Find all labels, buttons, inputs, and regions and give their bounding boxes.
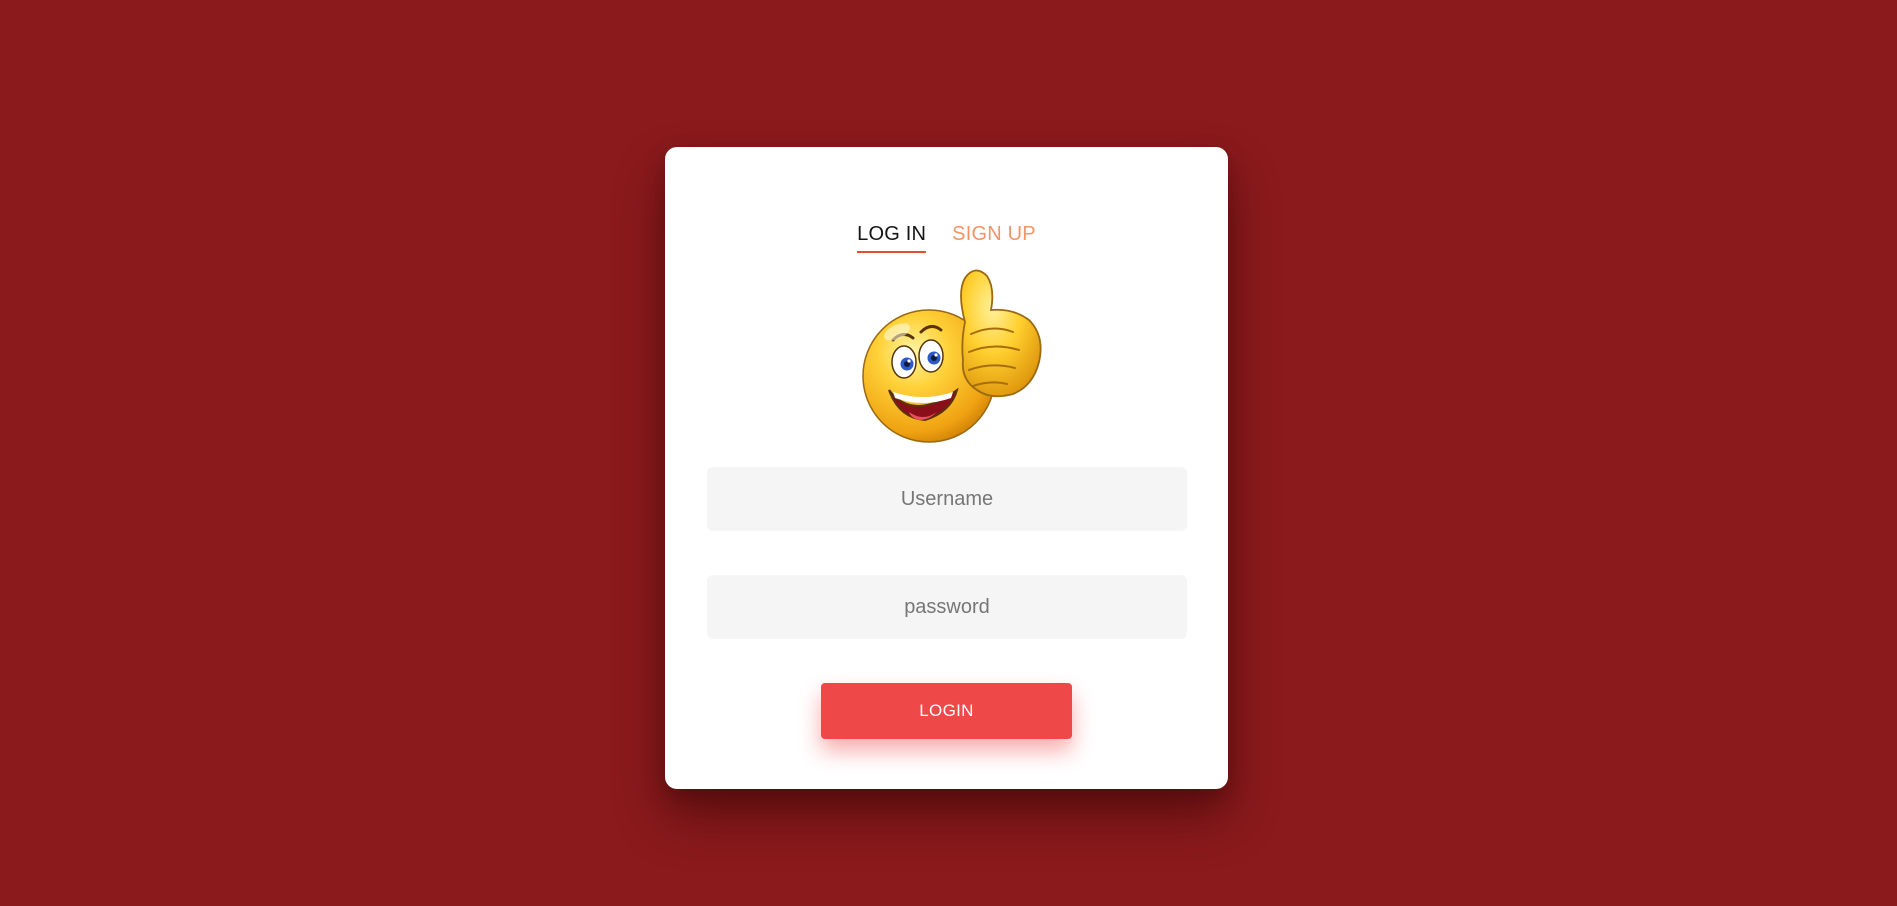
password-field[interactable]: [707, 575, 1187, 639]
auth-tabs: LOG IN SIGN UP: [665, 222, 1228, 253]
login-button[interactable]: LOGIN: [821, 683, 1072, 739]
tab-login[interactable]: LOG IN: [857, 222, 927, 253]
thumbs-up-smiley-icon: [862, 269, 1042, 443]
username-field[interactable]: [707, 467, 1187, 531]
login-card: LOG IN SIGN UP Username LOGIN: [665, 147, 1228, 789]
tab-signup[interactable]: SIGN UP: [952, 222, 1036, 253]
